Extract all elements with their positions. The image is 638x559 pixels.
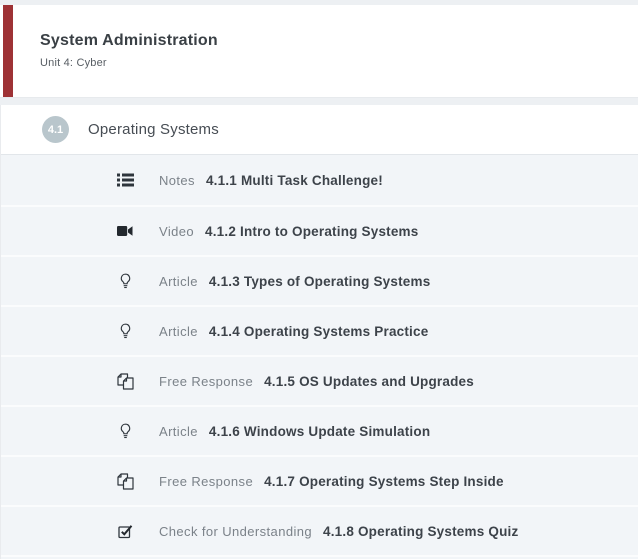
lightbulb-icon — [115, 273, 135, 289]
lesson-type-label: Article — [159, 424, 198, 439]
checkbox-check-icon — [115, 524, 135, 539]
lesson-row-4-1-8[interactable]: Check for Understanding 4.1.8 Operating … — [1, 505, 638, 555]
lesson-title: 4.1.7 Operating Systems Step Inside — [264, 474, 504, 489]
lesson-type-label: Video — [159, 224, 194, 239]
course-title: System Administration — [40, 32, 638, 50]
lesson-row-4-1-6[interactable]: Article 4.1.6 Windows Update Simulation — [1, 405, 638, 455]
lesson-row-4-1-5[interactable]: Free Response 4.1.5 OS Updates and Upgra… — [1, 355, 638, 405]
module-header[interactable]: 4.1 Operating Systems — [1, 105, 638, 154]
lesson-type-label: Free Response — [159, 474, 253, 489]
lightbulb-icon — [115, 323, 135, 339]
lesson-type-label: Check for Understanding — [159, 524, 312, 539]
module-number-badge: 4.1 — [42, 116, 69, 143]
lesson-type-label: Article — [159, 274, 198, 289]
course-header: System Administration Unit 4: Cyber — [0, 5, 638, 98]
unit-subtitle: Unit 4: Cyber — [40, 57, 638, 69]
lesson-row-4-1-3[interactable]: Article 4.1.3 Types of Operating Systems — [1, 255, 638, 305]
copy-icon — [115, 473, 135, 490]
lesson-title: 4.1.6 Windows Update Simulation — [209, 424, 430, 439]
video-icon — [115, 225, 135, 237]
module-title: Operating Systems — [88, 121, 219, 138]
lesson-title: 4.1.1 Multi Task Challenge! — [206, 173, 383, 188]
list-icon — [115, 173, 135, 187]
lesson-type-label: Free Response — [159, 374, 253, 389]
module-section: 4.1 Operating Systems Notes 4.1.1 Multi … — [0, 105, 638, 559]
lesson-title: 4.1.4 Operating Systems Practice — [209, 324, 429, 339]
lesson-row-4-1-4[interactable]: Article 4.1.4 Operating Systems Practice — [1, 305, 638, 355]
course-accent-bar — [3, 5, 13, 97]
lesson-type-label: Notes — [159, 173, 195, 188]
next-row-partial — [1, 555, 638, 559]
lightbulb-icon — [115, 423, 135, 439]
lesson-title: 4.1.3 Types of Operating Systems — [209, 274, 430, 289]
lesson-type-label: Article — [159, 324, 198, 339]
lesson-title: 4.1.5 OS Updates and Upgrades — [264, 374, 474, 389]
lesson-title: 4.1.8 Operating Systems Quiz — [323, 524, 518, 539]
lesson-row-4-1-7[interactable]: Free Response 4.1.7 Operating Systems St… — [1, 455, 638, 505]
lesson-title: 4.1.2 Intro to Operating Systems — [205, 224, 418, 239]
copy-icon — [115, 373, 135, 390]
card-gap — [0, 98, 638, 105]
lesson-row-4-1-2[interactable]: Video 4.1.2 Intro to Operating Systems — [1, 205, 638, 255]
lesson-row-4-1-1[interactable]: Notes 4.1.1 Multi Task Challenge! — [1, 155, 638, 205]
lesson-list: Notes 4.1.1 Multi Task Challenge! Video … — [1, 154, 638, 559]
